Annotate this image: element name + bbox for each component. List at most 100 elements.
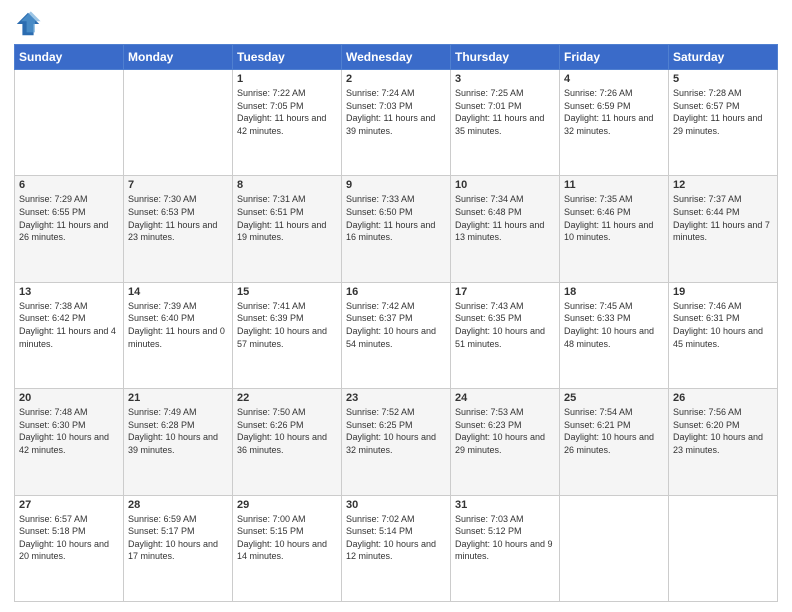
- calendar-cell: 27 Sunrise: 6:57 AM Sunset: 5:18 PM Dayli…: [15, 495, 124, 601]
- day-info: Sunrise: 7:00 AM Sunset: 5:15 PM Dayligh…: [237, 513, 337, 563]
- day-info: Sunrise: 7:39 AM Sunset: 6:40 PM Dayligh…: [128, 300, 228, 350]
- day-number: 22: [237, 392, 337, 404]
- day-number: 12: [673, 179, 773, 191]
- day-info: Sunrise: 7:48 AM Sunset: 6:30 PM Dayligh…: [19, 406, 119, 456]
- calendar-cell: 17Sunrise: 7:43 AM Sunset: 6:35 PM Dayli…: [451, 282, 560, 388]
- day-number: 1: [237, 73, 337, 85]
- day-number: 21: [128, 392, 228, 404]
- calendar-cell: [669, 495, 778, 601]
- day-number: 18: [564, 286, 664, 298]
- calendar-header-tuesday: Tuesday: [233, 45, 342, 70]
- day-info: Sunrise: 7:34 AM Sunset: 6:48 PM Dayligh…: [455, 193, 555, 243]
- calendar-cell: 10 Sunrise: 7:34 AM Sunset: 6:48 PM Dayli…: [451, 176, 560, 282]
- day-number: 2: [346, 73, 446, 85]
- calendar-cell: 29 Sunrise: 7:00 AM Sunset: 5:15 PM Dayli…: [233, 495, 342, 601]
- day-info: Sunrise: 7:41 AM Sunset: 6:39 PM Dayligh…: [237, 300, 337, 350]
- day-number: 27: [19, 499, 119, 511]
- day-number: 24: [455, 392, 555, 404]
- day-info: Sunrise: 6:57 AM Sunset: 5:18 PM Dayligh…: [19, 513, 119, 563]
- day-number: 16: [346, 286, 446, 298]
- calendar-cell: [124, 70, 233, 176]
- day-number: 14: [128, 286, 228, 298]
- day-number: 30: [346, 499, 446, 511]
- day-info: Sunrise: 7:46 AM Sunset: 6:31 PM Dayligh…: [673, 300, 773, 350]
- calendar-cell: 28Sunrise: 6:59 AM Sunset: 5:17 PM Dayli…: [124, 495, 233, 601]
- day-number: 11: [564, 179, 664, 191]
- calendar-table: SundayMondayTuesdayWednesdayThursdayFrid…: [14, 44, 778, 602]
- day-number: 7: [128, 179, 228, 191]
- calendar-cell: 2 Sunrise: 7:24 AM Sunset: 7:03 PM Daylig…: [342, 70, 451, 176]
- day-info: Sunrise: 7:56 AM Sunset: 6:20 PM Dayligh…: [673, 406, 773, 456]
- day-number: 31: [455, 499, 555, 511]
- day-number: 15: [237, 286, 337, 298]
- day-info: Sunrise: 7:28 AM Sunset: 6:57 PM Dayligh…: [673, 87, 773, 137]
- day-info: Sunrise: 7:24 AM Sunset: 7:03 PM Dayligh…: [346, 87, 446, 137]
- day-info: Sunrise: 7:29 AM Sunset: 6:55 PM Dayligh…: [19, 193, 119, 243]
- day-info: Sunrise: 7:31 AM Sunset: 6:51 PM Dayligh…: [237, 193, 337, 243]
- calendar-cell: [560, 495, 669, 601]
- day-number: 29: [237, 499, 337, 511]
- day-number: 19: [673, 286, 773, 298]
- day-info: Sunrise: 7:38 AM Sunset: 6:42 PM Dayligh…: [19, 300, 119, 350]
- day-number: 20: [19, 392, 119, 404]
- day-number: 6: [19, 179, 119, 191]
- calendar-week-2: 6 Sunrise: 7:29 AM Sunset: 6:55 PM Daylig…: [15, 176, 778, 282]
- day-number: 3: [455, 73, 555, 85]
- calendar-week-4: 20 Sunrise: 7:48 AM Sunset: 6:30 PM Dayli…: [15, 389, 778, 495]
- calendar-cell: 22Sunrise: 7:50 AM Sunset: 6:26 PM Dayli…: [233, 389, 342, 495]
- page: SundayMondayTuesdayWednesdayThursdayFrid…: [0, 0, 792, 612]
- calendar-cell: 6 Sunrise: 7:29 AM Sunset: 6:55 PM Daylig…: [15, 176, 124, 282]
- day-info: Sunrise: 7:25 AM Sunset: 7:01 PM Dayligh…: [455, 87, 555, 137]
- day-number: 25: [564, 392, 664, 404]
- calendar-cell: 31 Sunrise: 7:03 AM Sunset: 5:12 PM Dayli…: [451, 495, 560, 601]
- calendar-header-wednesday: Wednesday: [342, 45, 451, 70]
- calendar-cell: 24 Sunrise: 7:53 AM Sunset: 6:23 PM Dayli…: [451, 389, 560, 495]
- calendar-cell: 4Sunrise: 7:26 AM Sunset: 6:59 PM Daylig…: [560, 70, 669, 176]
- logo: [14, 10, 44, 38]
- day-number: 13: [19, 286, 119, 298]
- calendar-cell: 23 Sunrise: 7:52 AM Sunset: 6:25 PM Dayli…: [342, 389, 451, 495]
- day-number: 8: [237, 179, 337, 191]
- calendar-header-sunday: Sunday: [15, 45, 124, 70]
- day-info: Sunrise: 7:42 AM Sunset: 6:37 PM Dayligh…: [346, 300, 446, 350]
- day-info: Sunrise: 7:22 AM Sunset: 7:05 PM Dayligh…: [237, 87, 337, 137]
- day-number: 23: [346, 392, 446, 404]
- day-number: 10: [455, 179, 555, 191]
- calendar-cell: 25Sunrise: 7:54 AM Sunset: 6:21 PM Dayli…: [560, 389, 669, 495]
- day-number: 4: [564, 73, 664, 85]
- calendar-cell: 30Sunrise: 7:02 AM Sunset: 5:14 PM Dayli…: [342, 495, 451, 601]
- calendar-cell: 9 Sunrise: 7:33 AM Sunset: 6:50 PM Daylig…: [342, 176, 451, 282]
- day-info: Sunrise: 7:49 AM Sunset: 6:28 PM Dayligh…: [128, 406, 228, 456]
- calendar-cell: [15, 70, 124, 176]
- calendar-cell: 11 Sunrise: 7:35 AM Sunset: 6:46 PM Dayli…: [560, 176, 669, 282]
- calendar-header-monday: Monday: [124, 45, 233, 70]
- calendar-header-saturday: Saturday: [669, 45, 778, 70]
- header: [14, 10, 778, 38]
- calendar-cell: 20 Sunrise: 7:48 AM Sunset: 6:30 PM Dayli…: [15, 389, 124, 495]
- calendar-cell: 1 Sunrise: 7:22 AM Sunset: 7:05 PM Daylig…: [233, 70, 342, 176]
- day-info: Sunrise: 7:45 AM Sunset: 6:33 PM Dayligh…: [564, 300, 664, 350]
- day-info: Sunrise: 7:35 AM Sunset: 6:46 PM Dayligh…: [564, 193, 664, 243]
- day-info: Sunrise: 7:43 AM Sunset: 6:35 PM Dayligh…: [455, 300, 555, 350]
- day-info: Sunrise: 6:59 AM Sunset: 5:17 PM Dayligh…: [128, 513, 228, 563]
- day-number: 5: [673, 73, 773, 85]
- calendar-week-1: 1 Sunrise: 7:22 AM Sunset: 7:05 PM Daylig…: [15, 70, 778, 176]
- calendar-week-5: 27 Sunrise: 6:57 AM Sunset: 5:18 PM Dayli…: [15, 495, 778, 601]
- day-info: Sunrise: 7:52 AM Sunset: 6:25 PM Dayligh…: [346, 406, 446, 456]
- day-number: 9: [346, 179, 446, 191]
- calendar-cell: 12Sunrise: 7:37 AM Sunset: 6:44 PM Dayli…: [669, 176, 778, 282]
- calendar-cell: 14 Sunrise: 7:39 AM Sunset: 6:40 PM Dayli…: [124, 282, 233, 388]
- calendar-cell: 26 Sunrise: 7:56 AM Sunset: 6:20 PM Dayli…: [669, 389, 778, 495]
- calendar-cell: 5 Sunrise: 7:28 AM Sunset: 6:57 PM Daylig…: [669, 70, 778, 176]
- calendar-cell: 16 Sunrise: 7:42 AM Sunset: 6:37 PM Dayli…: [342, 282, 451, 388]
- calendar-cell: 3 Sunrise: 7:25 AM Sunset: 7:01 PM Daylig…: [451, 70, 560, 176]
- day-info: Sunrise: 7:30 AM Sunset: 6:53 PM Dayligh…: [128, 193, 228, 243]
- logo-icon: [14, 10, 42, 38]
- day-info: Sunrise: 7:03 AM Sunset: 5:12 PM Dayligh…: [455, 513, 555, 563]
- calendar-header-friday: Friday: [560, 45, 669, 70]
- calendar-cell: 21 Sunrise: 7:49 AM Sunset: 6:28 PM Dayli…: [124, 389, 233, 495]
- calendar-cell: 18 Sunrise: 7:45 AM Sunset: 6:33 PM Dayli…: [560, 282, 669, 388]
- day-number: 26: [673, 392, 773, 404]
- day-info: Sunrise: 7:33 AM Sunset: 6:50 PM Dayligh…: [346, 193, 446, 243]
- day-info: Sunrise: 7:53 AM Sunset: 6:23 PM Dayligh…: [455, 406, 555, 456]
